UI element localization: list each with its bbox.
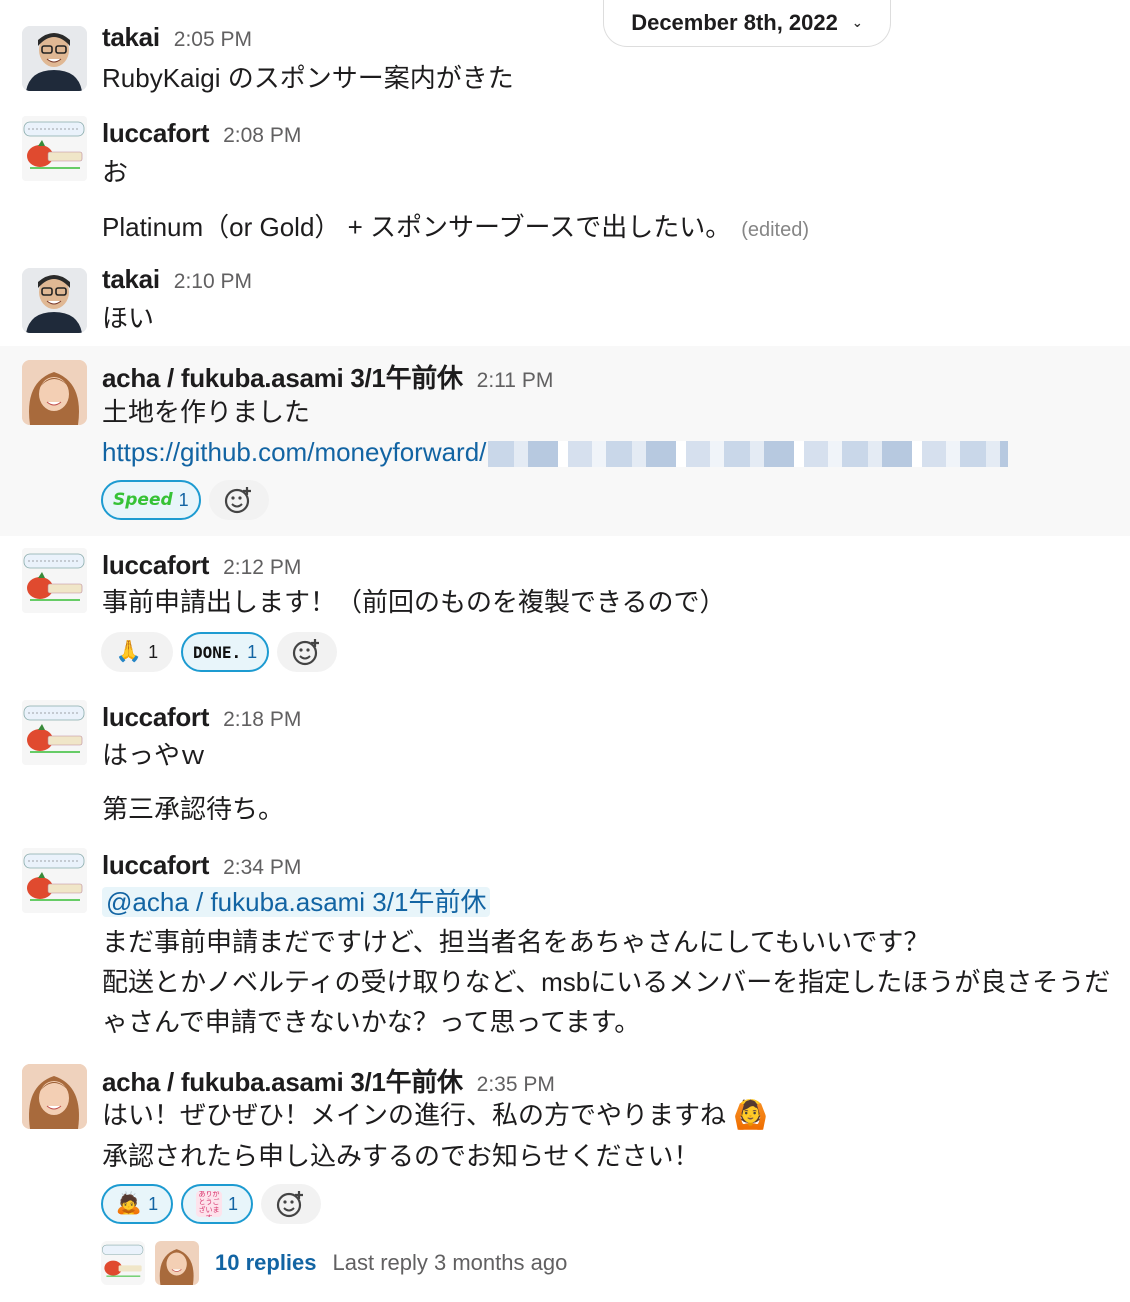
avatar[interactable] [22, 360, 87, 425]
author-name[interactable]: luccafort [102, 850, 209, 881]
reaction-speed[interactable]: Speed 1 [101, 480, 201, 520]
date-label: December 8th, 2022 [631, 10, 838, 35]
avatar[interactable] [22, 26, 87, 91]
message: luccafort 2:18 PM はっやｗ 第三承認待ち。 [0, 692, 1130, 832]
add-reaction-button[interactable] [277, 632, 338, 672]
author-name[interactable]: luccafort [102, 118, 209, 149]
message: takai 2:05 PM RubyKaigi のスポンサー案内がきた [0, 14, 1130, 104]
thread-summary[interactable]: 10 replies Last reply 3 months ago [101, 1241, 567, 1285]
message-text: 配送とかノベルティの受け取りなど、msbにいるメンバーを指定したほうが良さそうだ [102, 967, 1111, 997]
add-reaction-button[interactable] [261, 1184, 321, 1224]
edited-label: (edited) [741, 219, 810, 241]
reaction-bow[interactable]: 🙇 1 [101, 1184, 173, 1224]
message-text: 事前申請出します！（前回のものを複製できるので） [102, 587, 726, 617]
replies-link[interactable]: 10 replies [215, 1250, 317, 1276]
add-reaction-icon [293, 639, 320, 666]
reaction-pray[interactable]: 🙏 1 [101, 632, 173, 672]
redacted-link-path [488, 441, 1009, 468]
reaction-done[interactable]: DONE. 1 [181, 632, 270, 672]
avatar[interactable] [22, 848, 87, 913]
done-emoji-icon: DONE. [193, 642, 242, 662]
bow-emoji-icon: 🙇 [115, 1192, 143, 1215]
timestamp[interactable]: 2:35 PM [477, 1073, 555, 1097]
message-text: お [102, 157, 129, 187]
message-text: 土地を作りました [102, 397, 311, 427]
author-name[interactable]: luccafort [102, 550, 209, 581]
add-reaction-icon [276, 1191, 303, 1218]
timestamp[interactable]: 2:34 PM [223, 856, 301, 880]
pray-emoji-icon: 🙏 [115, 640, 143, 663]
chevron-down-icon: ⌄ [851, 15, 863, 30]
author-name[interactable]: luccafort [102, 702, 209, 733]
message-text: ゃさんで申請できないかな？って思ってます。 [102, 1007, 641, 1037]
speed-emoji-icon: Speed [113, 490, 173, 510]
message: luccafort 2:34 PM @acha / fukuba.asami 3… [0, 840, 1130, 1050]
arigatou-emoji-icon: ありがとうございます [195, 1191, 222, 1217]
author-name[interactable]: acha / fukuba.asami 3/1午前休 [102, 358, 463, 395]
reaction-arigatou[interactable]: ありがとうございます 1 [181, 1184, 253, 1224]
message-text-line: はい！ぜひぜひ！メインの進行、私の方でやりますね 🙆 [102, 1099, 768, 1131]
date-divider[interactable]: December 8th, 2022 ⌄ [603, 0, 891, 47]
timestamp[interactable]: 2:10 PM [174, 270, 252, 294]
add-reaction-button[interactable] [208, 480, 269, 520]
message: takai 2:10 PM ほい [0, 256, 1130, 344]
avatar[interactable] [22, 548, 87, 613]
message: luccafort 2:12 PM 事前申請出します！（前回のものを複製できるの… [0, 540, 1130, 690]
avatar[interactable] [22, 1064, 87, 1129]
message: luccafort 2:08 PM お Platinum（or Gold） + … [0, 108, 1130, 258]
add-reaction-icon [224, 487, 251, 514]
message-text-line: Platinum（or Gold） + スポンサーブースで出したい。 (edite… [102, 211, 809, 246]
user-mention[interactable]: @acha / fukuba.asami 3/1午前休 [102, 887, 491, 917]
reaction-count: 1 [227, 1193, 238, 1214]
mention-line: @acha / fukuba.asami 3/1午前休 [102, 886, 491, 918]
author-name[interactable]: takai [102, 264, 160, 295]
timestamp[interactable]: 2:18 PM [223, 708, 301, 732]
github-link[interactable]: https://github.com/moneyforward/ [102, 437, 486, 467]
message-text: ほい [102, 303, 155, 333]
reaction-count: 1 [148, 1193, 159, 1214]
avatar[interactable] [22, 700, 87, 765]
timestamp[interactable]: 2:05 PM [174, 28, 252, 52]
timestamp[interactable]: 2:12 PM [223, 556, 301, 580]
avatar[interactable] [22, 268, 87, 333]
message-text: はっやｗ [102, 740, 207, 770]
reaction-count: 1 [247, 641, 258, 662]
last-reply-text: Last reply 3 months ago [332, 1250, 568, 1275]
message-text: まだ事前申請まだですけど、担当者名をあちゃさんにしてもいいです？ [102, 927, 930, 957]
avatar[interactable] [22, 116, 87, 181]
message-text: Platinum（or Gold） + スポンサーブースで出したい。 [102, 212, 732, 242]
timestamp[interactable]: 2:11 PM [477, 369, 554, 393]
link-line: https://github.com/moneyforward/ [102, 436, 1009, 468]
message-text: 第三承認待ち。 [102, 794, 285, 824]
thread-participant-avatar [155, 1241, 199, 1285]
timestamp[interactable]: 2:08 PM [223, 124, 301, 148]
message: acha / fukuba.asami 3/1午前休 2:11 PM 土地を作り… [0, 346, 1130, 536]
reaction-count: 1 [178, 489, 189, 510]
author-name[interactable]: takai [102, 22, 160, 53]
author-name[interactable]: acha / fukuba.asami 3/1午前休 [102, 1062, 463, 1099]
ok-woman-emoji-icon: 🙆 [733, 1099, 769, 1130]
reaction-count: 1 [148, 641, 159, 662]
thread-participant-avatar [101, 1241, 145, 1285]
message-text: はい！ぜひぜひ！メインの進行、私の方でやりますね [102, 1100, 727, 1130]
message-text: RubyKaigi のスポンサー案内がきた [102, 63, 514, 93]
message-text: 承認されたら申し込みするのでお知らせください！ [102, 1141, 700, 1171]
